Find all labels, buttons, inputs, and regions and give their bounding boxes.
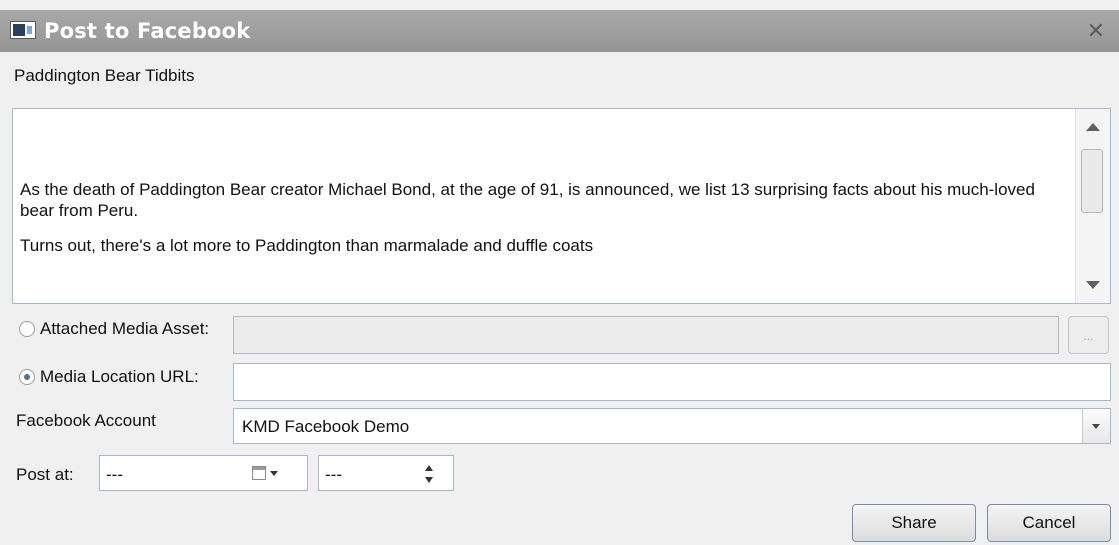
close-icon[interactable]: ✕	[1087, 19, 1105, 44]
calendar-icon[interactable]	[252, 466, 266, 480]
scroll-up-icon[interactable]	[1086, 123, 1100, 131]
post-subject: Paddington Bear Tidbits	[14, 66, 195, 85]
post-date-value: ---	[106, 465, 123, 484]
cancel-button[interactable]: Cancel	[987, 504, 1111, 542]
body-scrollbar[interactable]	[1075, 109, 1110, 303]
scroll-down-icon[interactable]	[1086, 281, 1100, 289]
spin-down-icon[interactable]	[425, 477, 433, 483]
browse-media-button[interactable]: ...	[1068, 316, 1109, 354]
facebook-account-label: Facebook Account	[16, 411, 156, 430]
dialog-title: Post to Facebook	[44, 19, 251, 43]
post-time-spinner[interactable]: ---	[318, 455, 454, 491]
attached-media-radio[interactable]	[19, 321, 35, 337]
facebook-account-dropdown-button[interactable]	[1082, 409, 1110, 443]
facebook-account-select[interactable]: KMD Facebook Demo	[233, 408, 1111, 444]
attached-media-field[interactable]	[233, 316, 1059, 354]
app-window-icon	[10, 21, 36, 39]
media-url-radio[interactable]	[19, 369, 35, 385]
post-body-text: As the death of Paddington Bear creator …	[20, 179, 1060, 270]
body-paragraph-2: Turns out, there's a lot more to Padding…	[20, 236, 594, 255]
attached-media-label: Attached Media Asset:	[40, 319, 210, 338]
post-body-textarea[interactable]: As the death of Paddington Bear creator …	[12, 108, 1111, 304]
scrollbar-thumb[interactable]	[1081, 149, 1103, 213]
title-bar: Post to Facebook ✕	[0, 10, 1119, 52]
share-button[interactable]: Share	[852, 504, 976, 542]
spin-up-icon[interactable]	[425, 465, 433, 471]
chevron-down-icon	[1092, 424, 1100, 429]
post-at-label: Post at:	[16, 465, 74, 484]
post-date-picker[interactable]: ---	[99, 455, 308, 491]
media-url-label: Media Location URL:	[40, 367, 199, 386]
media-url-input[interactable]	[233, 363, 1111, 401]
facebook-account-value: KMD Facebook Demo	[242, 417, 410, 436]
post-to-facebook-dialog: Post to Facebook ✕ Paddington Bear Tidbi…	[0, 0, 1119, 545]
body-paragraph-1: As the death of Paddington Bear creator …	[20, 180, 1035, 220]
date-dropdown-icon[interactable]	[270, 471, 278, 476]
post-time-value: ---	[325, 465, 342, 484]
